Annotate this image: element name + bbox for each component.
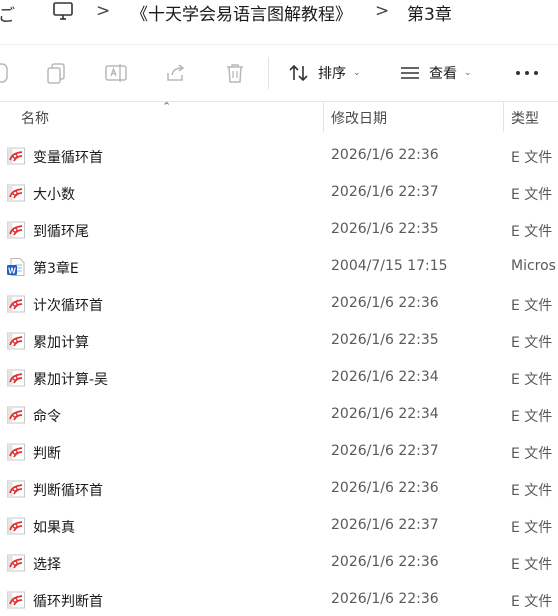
- svg-text:W: W: [8, 266, 16, 275]
- file-name: 命令: [33, 409, 61, 425]
- breadcrumb-separator: >: [375, 1, 390, 21]
- file-date: 2004/7/15 17:15: [331, 258, 448, 274]
- sort-label: 排序: [318, 66, 346, 82]
- file-date: 2026/1/6 22:36: [331, 147, 439, 163]
- file-name: 判断: [33, 446, 61, 462]
- file-type: E 文件: [511, 520, 553, 536]
- toolbar-divider: [268, 57, 269, 89]
- file-date: 2026/1/6 22:36: [331, 591, 439, 607]
- e-file-icon: [7, 332, 25, 350]
- more-icon[interactable]: [512, 63, 542, 83]
- word-doc-icon: W: [7, 258, 25, 276]
- breadcrumb-separator: >: [96, 1, 111, 21]
- file-name: 计次循环首: [33, 298, 103, 314]
- e-file-icon: [7, 369, 25, 387]
- file-type: E 文件: [511, 372, 553, 388]
- file-date: 2026/1/6 22:36: [331, 554, 439, 570]
- file-type: E 文件: [511, 594, 553, 610]
- file-name: 循环判断首: [33, 594, 103, 610]
- file-date: 2026/1/6 22:34: [331, 406, 439, 422]
- file-type: E 文件: [511, 557, 553, 573]
- file-name: 如果真: [33, 520, 75, 536]
- delete-icon[interactable]: [223, 61, 247, 85]
- file-type: Micros: [511, 258, 556, 274]
- copy-icon[interactable]: [45, 61, 69, 85]
- new-icon[interactable]: [0, 61, 10, 85]
- file-date: 2026/1/6 22:35: [331, 332, 439, 348]
- file-name: 累加计算: [33, 335, 89, 351]
- file-row[interactable]: 选择 2026/1/6 22:36 E 文件: [0, 545, 558, 581]
- sort-button[interactable]: 排序 ⌄: [288, 59, 361, 87]
- file-row[interactable]: 大小数 2026/1/6 22:37 E 文件: [0, 175, 558, 211]
- e-file-icon: [7, 480, 25, 498]
- breadcrumb-item-book[interactable]: 《十天学会易语言图解教程》: [131, 0, 352, 25]
- file-name: 累加计算-吴: [33, 372, 109, 388]
- file-date: 2026/1/6 22:34: [331, 369, 439, 385]
- e-file-icon: [7, 221, 25, 239]
- file-name: 变量循环首: [33, 150, 103, 166]
- file-type: E 文件: [511, 335, 553, 351]
- file-name: 第3章E: [33, 261, 79, 277]
- file-date: 2026/1/6 22:36: [331, 295, 439, 311]
- file-type: E 文件: [511, 298, 553, 314]
- column-header: ⌃ 名称 修改日期 类型: [0, 100, 558, 134]
- file-date: 2026/1/6 22:36: [331, 480, 439, 496]
- column-name[interactable]: 名称: [21, 108, 49, 128]
- file-row[interactable]: W 第3章E 2004/7/15 17:15 Micros: [0, 249, 558, 285]
- column-divider[interactable]: [323, 102, 324, 132]
- file-row[interactable]: 累加计算-吴 2026/1/6 22:34 E 文件: [0, 360, 558, 396]
- e-file-icon: [7, 147, 25, 165]
- file-name: 大小数: [33, 187, 75, 203]
- file-date: 2026/1/6 22:37: [331, 443, 439, 459]
- file-row[interactable]: 命令 2026/1/6 22:34 E 文件: [0, 397, 558, 433]
- file-type: E 文件: [511, 224, 553, 240]
- file-row[interactable]: 判断 2026/1/6 22:37 E 文件: [0, 434, 558, 470]
- file-row[interactable]: 累加计算 2026/1/6 22:35 E 文件: [0, 323, 558, 359]
- file-name: 选择: [33, 557, 61, 573]
- sort-ascending-icon: ⌃: [162, 100, 172, 113]
- file-type: E 文件: [511, 446, 553, 462]
- address-bar[interactable]: ご > 《十天学会易语言图解教程》 > 第3章: [0, 0, 558, 26]
- breadcrumb-item-chapter[interactable]: 第3章: [407, 0, 452, 25]
- file-row[interactable]: 循环判断首 2026/1/6 22:36 E 文件: [0, 582, 558, 616]
- refresh-icon[interactable]: ご: [0, 1, 15, 26]
- column-date[interactable]: 修改日期: [331, 108, 387, 128]
- command-bar: 排序 ⌄ 查看 ⌄: [0, 44, 558, 102]
- e-file-icon: [7, 406, 25, 424]
- chevron-down-icon: ⌄: [353, 68, 361, 78]
- file-row[interactable]: 变量循环首 2026/1/6 22:36 E 文件: [0, 138, 558, 174]
- column-type[interactable]: 类型: [511, 108, 539, 128]
- file-type: E 文件: [511, 187, 553, 203]
- file-type: E 文件: [511, 483, 553, 499]
- e-file-icon: [7, 591, 25, 609]
- e-file-icon: [7, 295, 25, 313]
- e-file-icon: [7, 443, 25, 461]
- file-row[interactable]: 判断循环首 2026/1/6 22:36 E 文件: [0, 471, 558, 507]
- e-file-icon: [7, 517, 25, 535]
- file-date: 2026/1/6 22:35: [331, 221, 439, 237]
- file-date: 2026/1/6 22:37: [331, 517, 439, 533]
- e-file-icon: [7, 554, 25, 572]
- view-icon: [401, 67, 419, 79]
- file-row[interactable]: 计次循环首 2026/1/6 22:36 E 文件: [0, 286, 558, 322]
- e-file-icon: [7, 184, 25, 202]
- file-explorer-window: ご > 《十天学会易语言图解教程》 > 第3章 排序 ⌄ 查看 ⌄ ⌃ 名称 修…: [0, 0, 558, 616]
- file-name: 判断循环首: [33, 483, 103, 499]
- file-row[interactable]: 到循环尾 2026/1/6 22:35 E 文件: [0, 212, 558, 248]
- rename-icon[interactable]: [104, 61, 128, 85]
- file-date: 2026/1/6 22:37: [331, 184, 439, 200]
- view-button[interactable]: 查看 ⌄: [399, 59, 472, 87]
- view-label: 查看: [429, 66, 457, 82]
- file-type: E 文件: [511, 150, 553, 166]
- chevron-down-icon: ⌄: [464, 68, 472, 78]
- monitor-icon[interactable]: [52, 1, 74, 21]
- file-type: E 文件: [511, 409, 553, 425]
- column-divider[interactable]: [503, 102, 504, 132]
- file-row[interactable]: 如果真 2026/1/6 22:37 E 文件: [0, 508, 558, 544]
- sort-icon: [289, 64, 308, 82]
- file-name: 到循环尾: [33, 224, 89, 240]
- share-icon[interactable]: [164, 61, 188, 85]
